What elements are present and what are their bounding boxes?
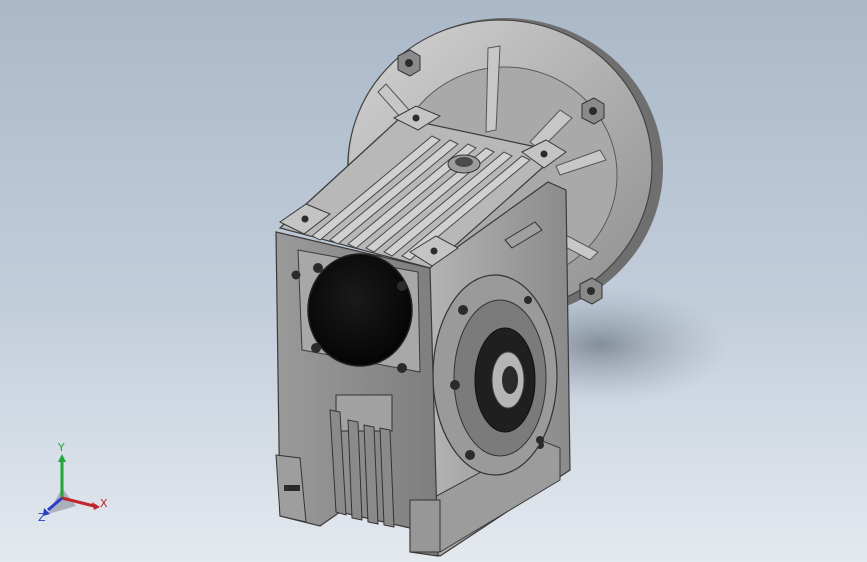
housing-front[interactable] (275, 231, 441, 557)
x-axis-label: X (100, 497, 108, 510)
coordinate-triad: Y X Z (30, 440, 120, 530)
y-axis-label: Y (58, 441, 65, 454)
output-bearing-boss[interactable] (432, 274, 558, 476)
graphics-viewport[interactable]: Y X Z (0, 0, 867, 562)
z-axis-label: Z (38, 511, 46, 524)
input-bore[interactable] (307, 253, 413, 367)
worm-gearbox-model[interactable] (0, 0, 867, 562)
